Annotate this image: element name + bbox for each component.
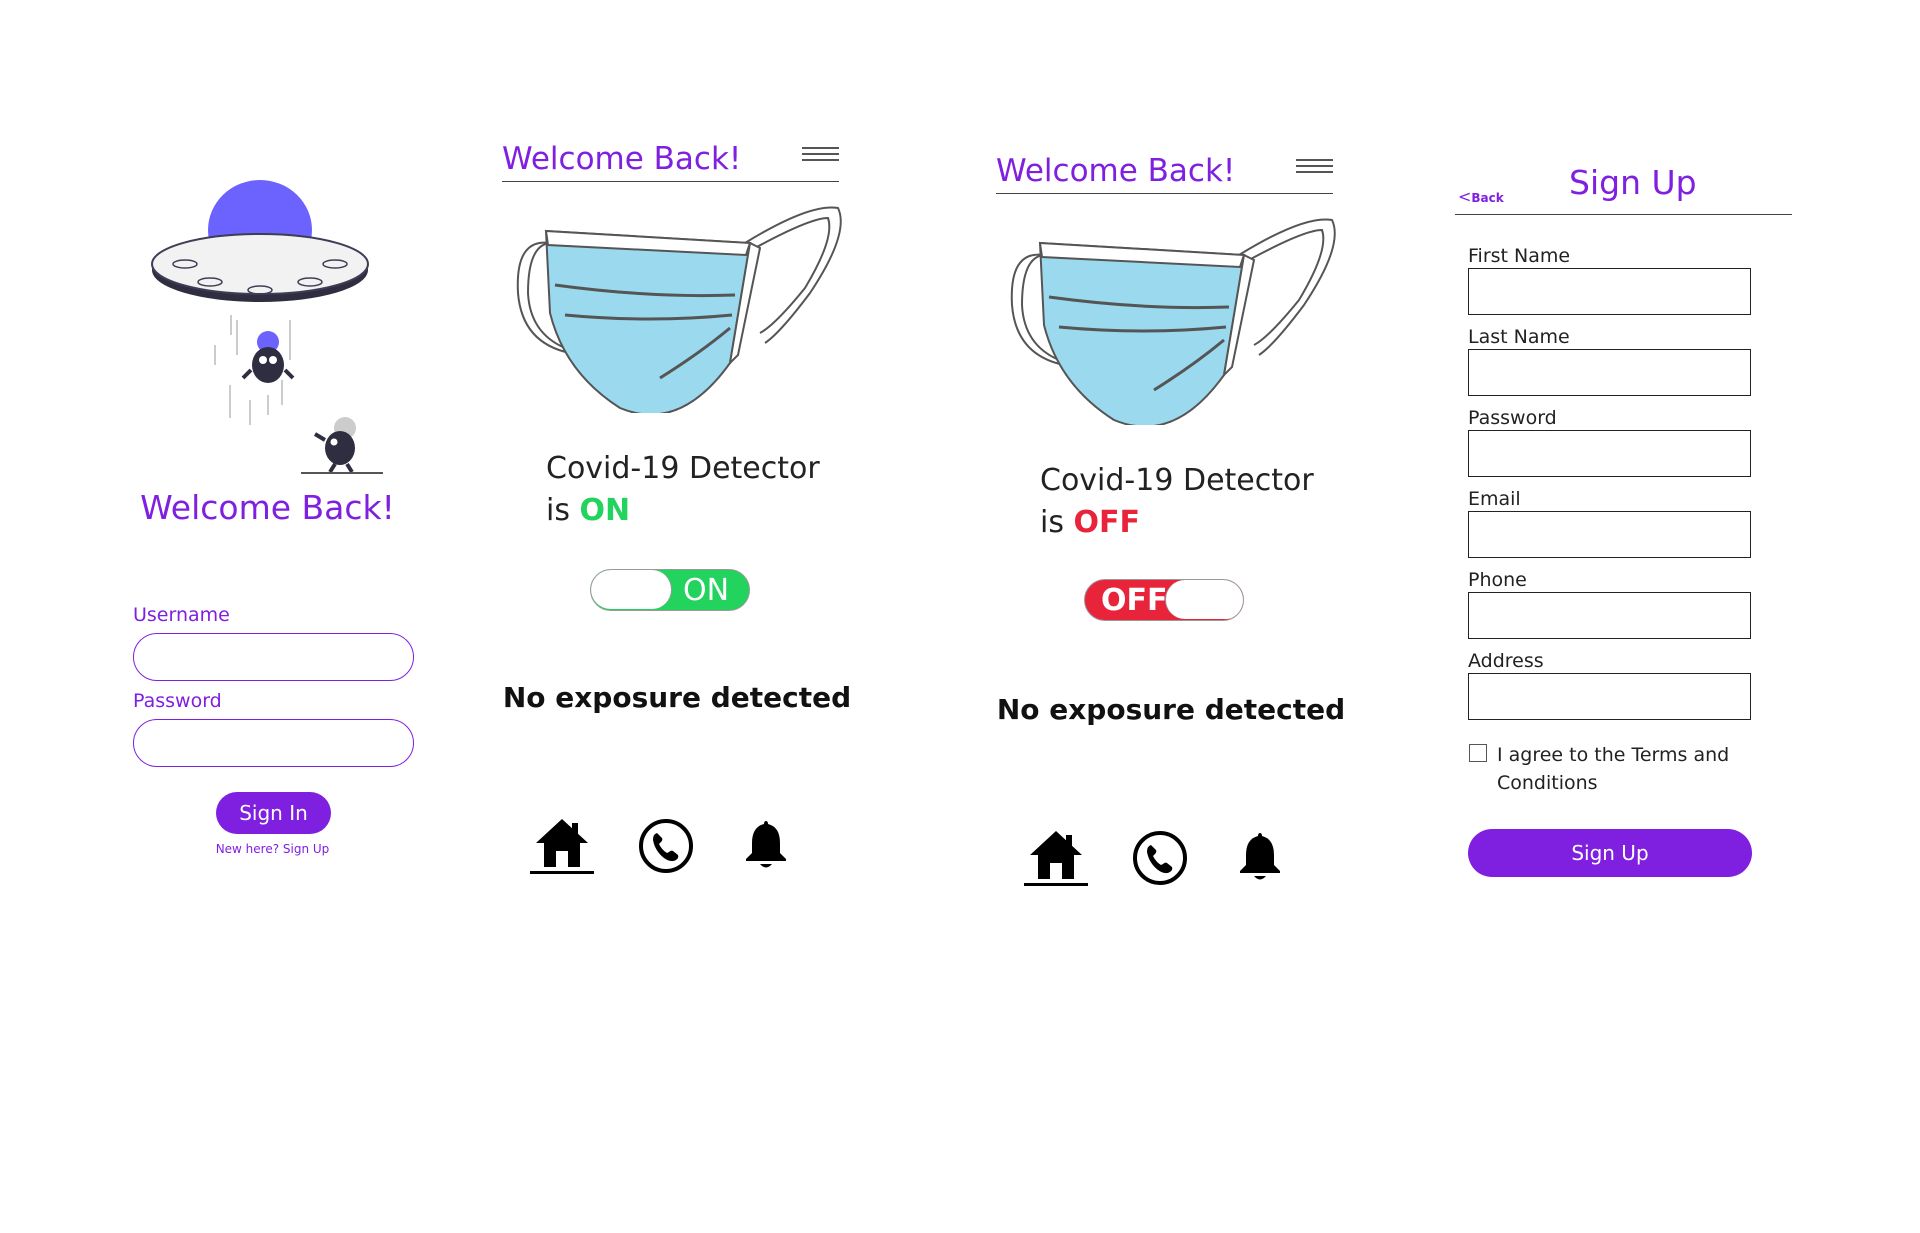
header: Welcome Back! <box>996 147 1333 194</box>
welcome-heading: Welcome Back! <box>140 488 395 527</box>
password-input[interactable] <box>1468 430 1751 477</box>
phone-label: Phone <box>1468 569 1527 591</box>
login-screen: Welcome Back! Username Password Sign In … <box>0 0 480 1080</box>
status-value: OFF <box>1073 505 1141 540</box>
face-mask-icon <box>1010 218 1336 425</box>
exposure-status: No exposure detected <box>996 693 1346 726</box>
phone-icon <box>639 819 693 873</box>
phone-input[interactable] <box>1468 592 1751 639</box>
exposure-status: No exposure detected <box>502 681 852 714</box>
address-label: Address <box>1468 650 1544 672</box>
status-prefix: is <box>1040 505 1064 540</box>
page-title: Welcome Back! <box>502 141 742 177</box>
password-input[interactable] <box>133 719 414 767</box>
first-name-input[interactable] <box>1468 268 1751 315</box>
detector-on-screen: Welcome Back! Covid-19 Detector is ON ON… <box>502 135 851 1215</box>
home-icon <box>536 819 588 867</box>
toggle-knob <box>1165 580 1243 619</box>
nav-phone[interactable] <box>1132 830 1188 890</box>
nav-active-indicator <box>530 871 594 874</box>
username-input[interactable] <box>133 633 414 681</box>
nav-active-indicator <box>1024 883 1088 886</box>
nav-notifications[interactable] <box>742 817 790 875</box>
page-title: Welcome Back! <box>996 153 1236 189</box>
last-name-label: Last Name <box>1468 326 1570 348</box>
first-name-label: First Name <box>1468 245 1571 267</box>
status-value: ON <box>579 493 631 528</box>
email-input[interactable] <box>1468 511 1751 558</box>
phone-icon <box>1133 831 1187 885</box>
toggle-knob <box>591 570 672 609</box>
toggle-label: OFF <box>1101 583 1168 618</box>
ufo-illustration <box>151 180 383 474</box>
sign-up-link[interactable]: New here? Sign Up <box>0 842 545 856</box>
home-icon <box>1030 831 1082 879</box>
sign-in-button[interactable]: Sign In <box>216 792 331 834</box>
address-input[interactable] <box>1468 673 1751 720</box>
detector-toggle[interactable]: ON <box>590 569 750 611</box>
menu-icon[interactable] <box>802 147 839 163</box>
header: Welcome Back! <box>502 135 839 182</box>
nav-notifications[interactable] <box>1236 829 1284 887</box>
sign-up-button[interactable]: Sign Up <box>1468 829 1752 877</box>
back-label: Back <box>1471 191 1504 205</box>
detector-off-screen: Welcome Back! Covid-19 Detector is OFF O… <box>996 147 1345 1227</box>
terms-label: I agree to the Terms and Conditions <box>1497 744 1730 794</box>
back-button[interactable]: <Back <box>1458 187 1504 206</box>
detector-label: Covid-19 Detector <box>546 451 820 486</box>
header: <Back Sign Up <box>1455 153 1792 215</box>
last-name-input[interactable] <box>1468 349 1751 396</box>
detector-label: Covid-19 Detector <box>1040 463 1314 498</box>
signup-screen: <Back Sign Up First Name Last Name Passw… <box>1455 153 1800 1233</box>
bell-icon <box>746 821 786 868</box>
nav-home[interactable] <box>530 815 594 875</box>
status-prefix: is <box>546 493 570 528</box>
detector-toggle[interactable]: OFF <box>1084 579 1244 621</box>
menu-icon[interactable] <box>1296 159 1333 175</box>
detector-status-line: is OFF <box>1040 505 1140 540</box>
face-mask-icon <box>516 206 842 413</box>
page-title: Sign Up <box>1569 163 1697 202</box>
password-label: Password <box>133 690 222 712</box>
detector-status-line: is ON <box>546 493 630 528</box>
bell-icon <box>1240 833 1280 880</box>
chevron-left-icon: < <box>1458 187 1472 206</box>
email-label: Email <box>1468 488 1521 510</box>
password-label: Password <box>1468 407 1557 429</box>
terms-checkbox[interactable] <box>1469 744 1487 762</box>
username-label: Username <box>133 604 230 626</box>
nav-phone[interactable] <box>638 818 694 878</box>
nav-home[interactable] <box>1024 827 1088 887</box>
toggle-label: ON <box>683 573 730 608</box>
